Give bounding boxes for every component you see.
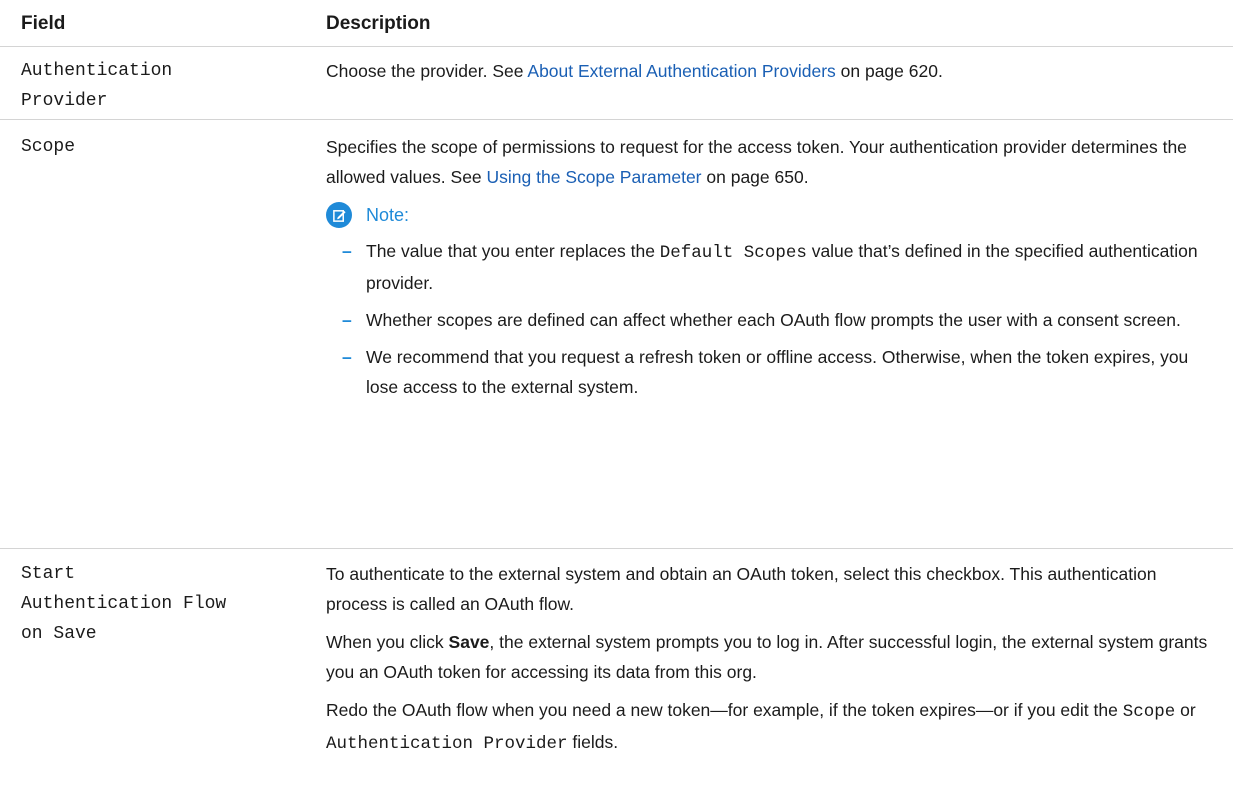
field-description: Choose the provider. See About External … <box>326 56 1218 86</box>
list-item: – We recommend that you request a refresh… <box>342 347 1189 397</box>
desc-text: Choose the provider. See <box>326 61 528 81</box>
field-name: Authentication Provider <box>21 61 173 111</box>
desc-text: Redo the OAuth flow when you need a new … <box>326 700 1123 720</box>
note-label: Note: <box>366 205 410 225</box>
desc-paragraph: To authenticate to the external system a… <box>326 564 1157 614</box>
desc-paragraph: When you click Save, the external system… <box>326 627 1218 687</box>
bullet-text: Whether scopes are defined can affect wh… <box>366 310 1181 330</box>
desc-paragraph: Redo the OAuth flow when you need a new … <box>326 695 1218 759</box>
about-external-auth-providers-link[interactable]: About External Authentication Providers <box>527 61 835 81</box>
desc-text: on page 620. <box>835 61 943 81</box>
header-field: Field <box>21 13 66 34</box>
bullet-text: We recommend that you request a refresh … <box>366 347 1189 397</box>
field-name: Scope <box>21 137 76 157</box>
edit-note-icon <box>326 202 352 228</box>
header-description: Description <box>326 13 431 34</box>
table-row-scope: Scope Specifies the scope of permissions… <box>0 120 1233 549</box>
list-item: – Whether scopes are defined can affect w… <box>342 310 1181 330</box>
desc-text: or <box>1175 700 1196 720</box>
field-table: Field Description Authentication Provide… <box>0 0 1233 799</box>
table-row-start-auth-flow: Start Authentication Flow on Save To aut… <box>0 549 1233 799</box>
note-callout: Note: <box>326 200 1218 230</box>
desc-text: on page 650. <box>701 167 809 187</box>
field-name: Start Authentication Flow on Save <box>21 564 227 644</box>
desc-text: When you click <box>326 632 449 652</box>
desc-text: fields. <box>567 732 619 752</box>
save-term: Save <box>448 632 490 652</box>
field-description: To authenticate to the external system a… <box>326 559 1218 759</box>
default-scopes-code: Default Scopes <box>659 243 807 263</box>
field-description: Specifies the scope of permissions to re… <box>326 132 1218 409</box>
list-item: – The value that you enter replaces the D… <box>342 241 1198 293</box>
note-bullet-list: – The value that you enter replaces the D… <box>326 236 1218 402</box>
table-header: Field Description <box>0 0 1233 47</box>
table-row-authentication-provider: Authentication Provider Choose the provi… <box>0 47 1233 120</box>
authentication-provider-code: Authentication Provider <box>326 734 568 754</box>
using-scope-parameter-link[interactable]: Using the Scope Parameter <box>487 167 702 187</box>
bullet-text: The value that you enter replaces the <box>366 241 660 261</box>
scope-code: Scope <box>1122 702 1176 722</box>
